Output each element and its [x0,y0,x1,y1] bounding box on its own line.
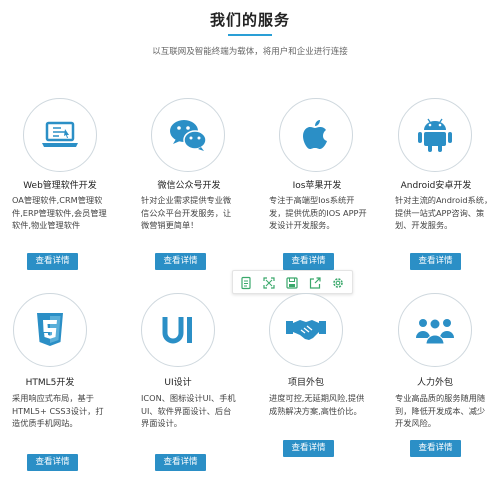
title-underline [228,34,272,36]
service-desc: 专业高品质的服务随用随到，降低开发成本、减少开发风险。 [395,393,486,428]
service-desc: 针对企业需求提供专业微信公众平台开发服务，让微营销更简单！ [141,195,232,230]
service-title: 项目外包 [287,378,324,388]
service-icon-circle [151,98,225,172]
save-icon[interactable] [285,275,299,289]
service-icon-circle [279,98,353,172]
view-details-button[interactable]: 查看详情 [27,454,78,471]
service-title: Ios苹果开发 [292,181,342,191]
service-desc: OA管理软件,CRM管理软件,ERP管理软件,会员管理软件,物业管理软件 [12,195,107,230]
service-desc: 专注于高端型Ios系统开发，提供优质的IOS APP开发设计开发服务。 [269,195,367,230]
document-icon[interactable] [239,275,253,290]
view-details-button[interactable]: 查看详情 [283,440,334,457]
expand-icon[interactable] [262,275,276,289]
service-title: HTML5开发 [25,378,75,388]
view-details-button[interactable]: 查看详情 [410,253,461,270]
share-icon[interactable] [308,275,322,289]
service-title: Android安卓开发 [400,181,472,191]
service-icon-circle [398,98,472,172]
service-title: UI设计 [164,378,192,388]
service-icon-circle [13,293,87,367]
service-desc: 采用响应式布局，基于HTML5+ CSS3设计，打造优质手机网站。 [12,393,104,428]
service-icon-circle [23,98,97,172]
service-desc: ICON、图标设计UI、手机UI、软件界面设计、后台界面设计。 [141,393,236,428]
service-title: 人力外包 [416,378,453,388]
service-icon-circle [141,293,215,367]
view-details-button[interactable]: 查看详情 [155,454,206,471]
service-icon-circle [398,293,472,367]
service-title: 微信公众号开发 [157,181,221,191]
service-icon-circle [269,293,343,367]
view-details-button[interactable]: 查看详情 [410,440,461,457]
service-desc: 进度可控,无延期风险,提供成熟解决方案,高性价比。 [269,393,365,416]
service-desc: 针对主流的Android系统，提供一站式APP咨询、策划、开发服务。 [395,195,493,230]
settings-icon[interactable] [331,275,345,289]
view-details-button[interactable]: 查看详情 [27,253,78,270]
page-title: 我们的服务 [209,11,290,29]
view-details-button[interactable]: 查看详情 [283,253,334,270]
view-details-button[interactable]: 查看详情 [155,253,206,270]
service-title: Web管理软件开发 [23,181,97,191]
page-subtitle: 以互联网及智能终端为载体，将用户和企业进行连接 [152,47,348,57]
floating-toolbar [232,270,353,294]
